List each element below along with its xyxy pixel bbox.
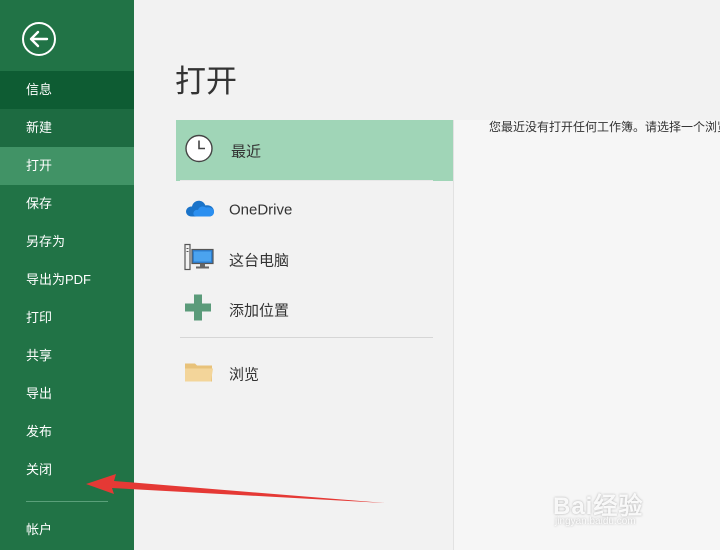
recent-separator [180, 180, 433, 181]
clock-icon [184, 133, 214, 168]
baidu-watermark: Bai经验 jingyan.baidu.com [553, 486, 693, 532]
empty-recent-message: 您最近没有打开任何工作簿。请选择一个浏览位置 [489, 120, 720, 134]
onedrive-cloud-icon [184, 197, 216, 224]
sidebar-item-new[interactable]: 新建 [0, 109, 134, 147]
sidebar-item-info[interactable]: 信息 [0, 71, 134, 109]
sidebar-item-share[interactable]: 共享 [0, 337, 134, 375]
location-this-pc[interactable]: 这台电脑 [176, 235, 453, 285]
location-recent[interactable]: 最近 [176, 120, 453, 181]
back-arrow-icon [22, 22, 56, 56]
location-label: 浏览 [229, 366, 260, 384]
sidebar-item-save[interactable]: 保存 [0, 185, 134, 223]
backstage-sidebar: 信息 新建 打开 保存 另存为 导出为PDF 打印 共享 导出 发布 关闭 帐户 [0, 0, 134, 550]
location-browse[interactable]: 浏览 [176, 349, 453, 399]
location-add-place[interactable]: 添加位置 [176, 285, 453, 335]
sidebar-item-print[interactable]: 打印 [0, 299, 134, 337]
panel-divider [453, 120, 454, 550]
sidebar-item-account[interactable]: 帐户 [0, 511, 134, 549]
sidebar-divider [26, 501, 108, 502]
back-button[interactable] [21, 21, 57, 57]
computer-icon [184, 243, 214, 278]
plus-icon [184, 294, 212, 327]
sidebar-nav: 信息 新建 打开 保存 另存为 导出为PDF 打印 共享 导出 发布 关闭 [0, 71, 134, 489]
sidebar-item-publish[interactable]: 发布 [0, 413, 134, 451]
folder-icon [184, 360, 214, 389]
location-label: 这台电脑 [229, 252, 290, 270]
sidebar-item-save-as[interactable]: 另存为 [0, 223, 134, 261]
open-locations-list: 最近 OneDrive 这台电脑 添加位置 浏览 [176, 120, 453, 399]
watermark-url: jingyan.baidu.com [555, 516, 636, 527]
sidebar-item-export-pdf[interactable]: 导出为PDF [0, 261, 134, 299]
location-label: 添加位置 [229, 302, 290, 320]
location-label: OneDrive [229, 201, 293, 219]
sidebar-item-close[interactable]: 关闭 [0, 451, 134, 489]
sidebar-item-export[interactable]: 导出 [0, 375, 134, 413]
locations-separator [180, 337, 433, 338]
location-label: 最近 [231, 143, 262, 160]
sidebar-item-open[interactable]: 打开 [0, 147, 134, 185]
location-onedrive[interactable]: OneDrive [176, 185, 453, 235]
page-title: 打开 [175, 64, 237, 99]
